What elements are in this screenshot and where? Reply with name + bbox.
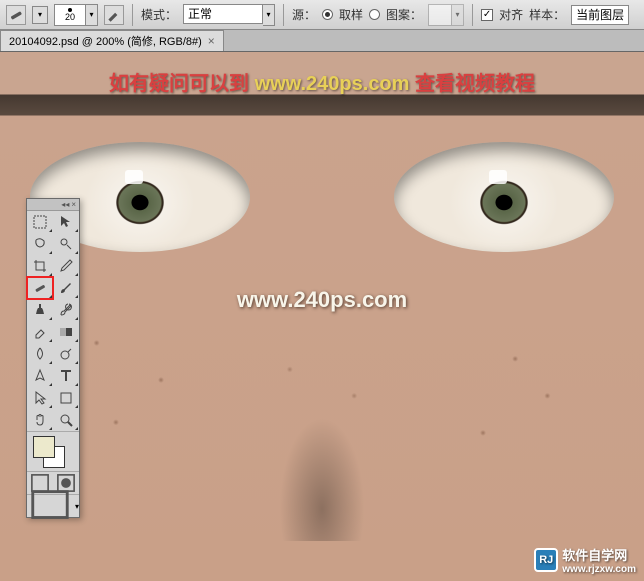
- quick-select-tool[interactable]: [53, 233, 79, 255]
- watermark-logo-icon: RJ: [534, 548, 558, 572]
- marquee-tool[interactable]: [27, 211, 53, 233]
- brush-preview[interactable]: 20: [54, 4, 86, 26]
- move-tool[interactable]: [53, 211, 79, 233]
- overlay-part2: 查看视频教程: [415, 73, 535, 95]
- freckles-graphic: [0, 52, 644, 581]
- foreground-color-swatch[interactable]: [33, 436, 55, 458]
- canvas-area[interactable]: 如有疑问可以到 www.240ps.com 查看视频教程 www.240ps.c…: [0, 52, 644, 581]
- tools-panel-header[interactable]: ◂◂ ×: [27, 199, 79, 211]
- shape-tool[interactable]: [53, 387, 79, 409]
- source-sampled-label: 取样: [339, 6, 363, 23]
- overlay-part1: 如有疑问可以到: [109, 73, 249, 95]
- tab-title: 20104092.psd @ 200% (简修, RGB/8#): [9, 33, 202, 49]
- mode-label: 模式：: [141, 6, 177, 23]
- source-pattern-label: 图案：: [386, 6, 422, 23]
- crop-tool[interactable]: [27, 255, 53, 277]
- type-tool[interactable]: [53, 365, 79, 387]
- lasso-tool[interactable]: [27, 233, 53, 255]
- eyedropper-tool[interactable]: [53, 255, 79, 277]
- divider: [472, 4, 473, 26]
- pen-tool[interactable]: [27, 365, 53, 387]
- watermark: RJ 软件自学网 www.rjzxw.com: [534, 545, 636, 575]
- healing-brush-tool[interactable]: [27, 277, 53, 299]
- overlay-center-url: www.240ps.com: [0, 287, 644, 313]
- tools-panel: ◂◂ × ▾: [26, 198, 80, 518]
- brush-dropdown[interactable]: ▾: [86, 4, 98, 26]
- divider: [283, 4, 284, 26]
- mode-dropdown-arrow[interactable]: ▾: [263, 4, 275, 26]
- pattern-dropdown: ▾: [452, 4, 464, 26]
- pattern-preview: [428, 4, 452, 26]
- eraser-tool[interactable]: [27, 321, 53, 343]
- document-tab-bar: 20104092.psd @ 200% (简修, RGB/8#) ×: [0, 30, 644, 52]
- brush-panel-toggle[interactable]: [104, 5, 124, 25]
- divider: [132, 4, 133, 26]
- gradient-tool[interactable]: [53, 321, 79, 343]
- clone-stamp-tool[interactable]: [27, 299, 53, 321]
- aligned-checkbox[interactable]: ✓: [481, 9, 493, 21]
- screen-mode-icon[interactable]: ▾: [27, 495, 79, 517]
- current-tool-icon[interactable]: [6, 5, 26, 25]
- overlay-url: www.240ps.com: [255, 73, 410, 95]
- hand-tool[interactable]: [27, 409, 53, 431]
- aligned-label: 对齐: [499, 6, 523, 23]
- path-select-tool[interactable]: [27, 387, 53, 409]
- brush-size-value: 20: [65, 12, 75, 22]
- options-bar: ▾ 20 ▾ 模式： 正常 ▾ 源： 取样 图案： ▾ ✓ 对齐 样本： 当前图…: [0, 0, 644, 30]
- zoom-tool[interactable]: [53, 409, 79, 431]
- color-swatch-area: [27, 431, 79, 471]
- document-tab[interactable]: 20104092.psd @ 200% (简修, RGB/8#) ×: [0, 30, 224, 51]
- mode-select[interactable]: 正常: [183, 4, 263, 24]
- document-image: 如有疑问可以到 www.240ps.com 查看视频教程 www.240ps.c…: [0, 52, 644, 581]
- sample-value: 当前图层: [576, 6, 624, 23]
- watermark-text2: www.rjzxw.com: [562, 564, 636, 575]
- overlay-instruction: 如有疑问可以到 www.240ps.com 查看视频教程: [0, 67, 644, 96]
- brush-tool[interactable]: [53, 277, 79, 299]
- sample-label: 样本：: [529, 6, 565, 23]
- history-brush-tool[interactable]: [53, 299, 79, 321]
- sample-select[interactable]: 当前图层: [571, 5, 629, 25]
- close-icon[interactable]: ×: [71, 200, 76, 209]
- source-sampled-radio[interactable]: [322, 9, 333, 20]
- dodge-tool[interactable]: [53, 343, 79, 365]
- watermark-text1: 软件自学网: [562, 545, 636, 564]
- chevron-down-icon: ▾: [75, 502, 79, 511]
- blur-tool[interactable]: [27, 343, 53, 365]
- tool-preset-dropdown[interactable]: ▾: [32, 6, 48, 24]
- source-pattern-radio[interactable]: [369, 9, 380, 20]
- close-icon[interactable]: ×: [208, 34, 215, 48]
- mode-value: 正常: [188, 5, 212, 22]
- source-label: 源：: [292, 6, 316, 23]
- collapse-icon[interactable]: ◂◂: [61, 200, 69, 209]
